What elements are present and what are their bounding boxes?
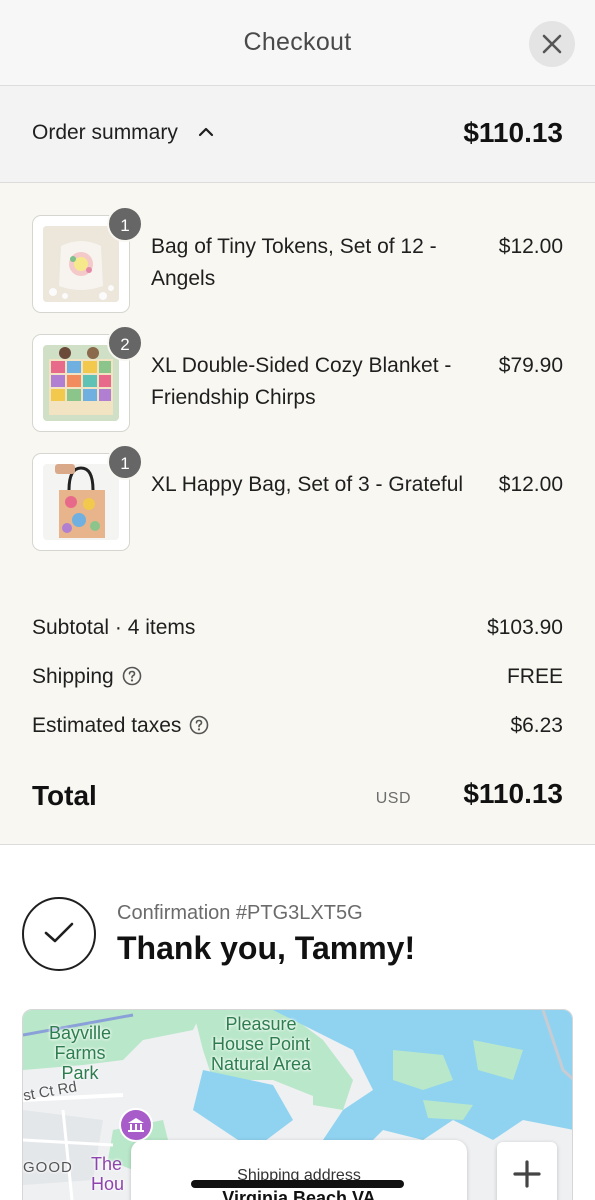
quantity-badge: 1 <box>107 206 143 242</box>
subtotal-label: Subtotal · 4 items <box>32 616 196 639</box>
order-summary-panel: 1 Bag of Tiny Tokens, Set of 12 - Angels… <box>0 183 595 845</box>
shipping-value: FREE <box>506 665 563 688</box>
map-label-pleasure-house: Pleasure House Point Natural Area <box>210 1014 312 1074</box>
help-icon[interactable] <box>189 715 209 735</box>
shipping-row: Shipping FREE <box>32 665 563 695</box>
total-row: Total USD $110.13 <box>32 778 563 818</box>
product-image: 1 <box>32 444 143 551</box>
product-price: $79.90 <box>498 354 563 377</box>
shipping-address-value: Virginia Beach VA <box>222 1188 376 1200</box>
quantity-badge: 2 <box>107 325 143 361</box>
home-indicator <box>191 1180 404 1188</box>
total-value: $110.13 <box>463 778 563 809</box>
line-item: 1 Bag of Tiny Tokens, Set of 12 - Angels… <box>0 206 595 315</box>
taxes-label: Estimated taxes <box>32 714 182 737</box>
product-image: 2 <box>32 325 143 432</box>
confirmation-number: Confirmation #PTG3LXT5G <box>117 902 363 924</box>
checkout-header: Checkout <box>0 0 595 86</box>
product-price: $12.00 <box>498 235 563 258</box>
map-label-the-house: The Hou <box>91 1154 125 1194</box>
chevron-up-icon <box>198 127 214 137</box>
quantity-badge: 1 <box>107 444 143 480</box>
total-label: Total <box>32 780 97 811</box>
taxes-row: Estimated taxes $6.23 <box>32 714 563 744</box>
order-summary-label: Order summary <box>32 121 178 144</box>
line-item: 1 XL Happy Bag, Set of 3 - Grateful $12.… <box>0 444 595 553</box>
shipping-map[interactable]: Bayville Farms Park Pleasure House Point… <box>22 1009 573 1200</box>
museum-pin-icon[interactable] <box>119 1108 153 1142</box>
help-icon[interactable] <box>122 666 142 686</box>
product-name: Bag of Tiny Tokens, Set of 12 - Angels <box>151 235 437 290</box>
product-image: 1 <box>32 206 143 313</box>
subtotal-row: Subtotal · 4 items $103.90 <box>32 616 563 646</box>
map-label-bayville: Bayville Farms Park <box>48 1023 112 1083</box>
shipping-address-card[interactable]: Shipping address Virginia Beach VA <box>131 1140 467 1200</box>
line-item: 2 XL Double-Sided Cozy Blanket - Friends… <box>0 325 595 434</box>
product-name: XL Double-Sided Cozy Blanket - Friendshi… <box>151 354 452 409</box>
page-title: Checkout <box>243 28 352 56</box>
map-label-good: GOOD <box>23 1159 73 1176</box>
product-price: $12.00 <box>498 473 563 496</box>
shipping-label: Shipping <box>32 665 114 688</box>
zoom-in-button[interactable] <box>497 1142 557 1200</box>
thank-you-heading: Thank you, Tammy! <box>117 930 416 966</box>
plus-icon <box>513 1160 541 1188</box>
close-icon <box>542 34 562 54</box>
order-summary-toggle[interactable]: Order summary $110.13 <box>0 86 595 183</box>
close-button[interactable] <box>529 21 575 67</box>
confirmation-check-icon <box>22 897 96 971</box>
subtotal-value: $103.90 <box>487 616 563 639</box>
order-summary-total: $110.13 <box>463 117 563 148</box>
currency-code: USD <box>375 790 411 807</box>
taxes-value: $6.23 <box>510 714 563 737</box>
product-name: XL Happy Bag, Set of 3 - Grateful <box>151 473 464 496</box>
